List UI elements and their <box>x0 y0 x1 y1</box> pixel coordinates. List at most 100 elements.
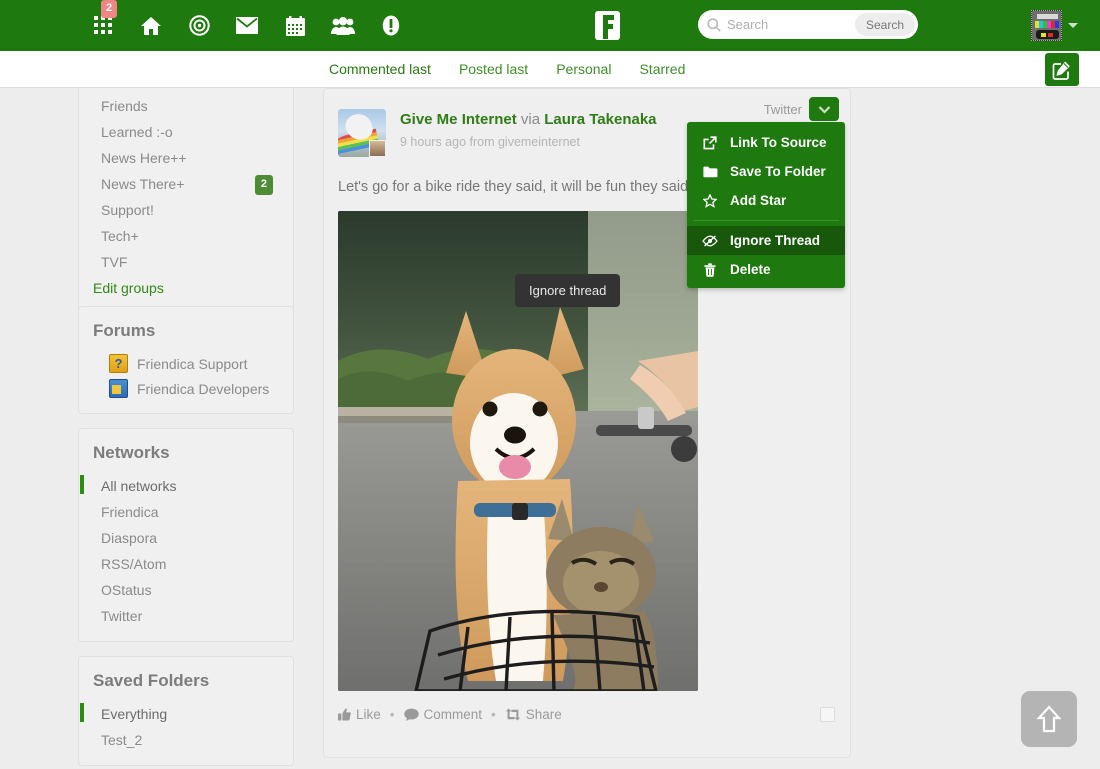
forums-panel-title: Forums <box>79 317 293 351</box>
post-action-bar: Like • Comment • Share <box>324 691 850 736</box>
post-owner-name[interactable]: Laura Takenaka <box>544 111 656 128</box>
thumbs-up-icon <box>338 708 351 721</box>
post-network-label: Twitter <box>764 102 802 117</box>
sidebar-item-label: News There+ <box>101 176 184 192</box>
saved-folders-panel-title: Saved Folders <box>79 667 293 701</box>
navbar-icon-group: 2 <box>90 13 404 39</box>
comment-label: Comment <box>424 707 483 722</box>
menu-item-link-to-source[interactable]: Link To Source <box>687 128 845 157</box>
trash-icon <box>702 263 718 277</box>
menu-item-delete[interactable]: Delete <box>687 255 845 284</box>
calendar-events-icon[interactable] <box>282 13 308 39</box>
post-context-menu: Link To Source Save To Folder Add Star <box>687 122 845 288</box>
sidebar-item-friendica-support[interactable]: Friendica Support <box>79 351 293 376</box>
edit-groups-link[interactable]: Edit groups <box>79 275 293 298</box>
post-timestamp[interactable]: 9 hours ago from givemeinternet <box>400 135 657 149</box>
sidebar-item-tech[interactable]: Tech+ <box>79 223 293 249</box>
sidebar-item-news-here[interactable]: News Here++ <box>79 145 293 171</box>
sidebar-item-twitter[interactable]: Twitter <box>79 603 293 629</box>
forum-label: Friendica Support <box>137 356 248 372</box>
apps-grid-icon[interactable]: 2 <box>90 13 116 39</box>
sidebar: Forums Friendica Support Friendica Devel… <box>78 306 294 769</box>
sidebar-item-friendica[interactable]: Friendica <box>79 499 293 525</box>
tab-bar: Commented last Posted last Personal Star… <box>0 51 1100 88</box>
menu-item-add-star[interactable]: Add Star <box>687 186 845 215</box>
search-box[interactable]: Search <box>698 10 918 39</box>
inset-avatar <box>369 140 386 157</box>
star-outline-icon <box>702 194 718 208</box>
sidebar-item-learned[interactable]: Learned :-o <box>79 119 293 145</box>
forums-panel: Forums Friendica Support Friendica Devel… <box>78 306 294 414</box>
menu-item-label: Save To Folder <box>730 164 826 179</box>
user-menu[interactable] <box>1031 10 1078 41</box>
apps-notification-badge: 2 <box>101 0 117 18</box>
tab-personal[interactable]: Personal <box>542 51 625 92</box>
sidebar-item-news-there[interactable]: News There+ 2 <box>79 171 293 197</box>
networks-panel: Networks All networks Friendica Diaspora… <box>78 428 294 642</box>
sidebar-item-support[interactable]: Support! <box>79 197 293 223</box>
sidebar-item-friends[interactable]: Friends <box>79 93 293 119</box>
top-navbar: 2 <box>0 0 1100 51</box>
post-menu-toggle-button[interactable] <box>809 97 839 121</box>
group-unread-badge: 2 <box>255 175 273 195</box>
menu-item-ignore-thread[interactable]: Ignore Thread <box>687 226 845 255</box>
ignore-thread-tooltip: Ignore thread <box>515 274 620 307</box>
menu-item-save-to-folder[interactable]: Save To Folder <box>687 157 845 186</box>
saved-folders-panel: Saved Folders Everything Test_2 <box>78 656 294 766</box>
post-author-line: Give Me Internet via Laura Takenaka <box>400 111 657 128</box>
sidebar-item-all-networks[interactable]: All networks <box>79 473 293 499</box>
external-link-icon <box>702 136 718 150</box>
like-label: Like <box>356 707 381 722</box>
comment-button[interactable]: Comment <box>404 707 483 722</box>
tab-list: Commented last Posted last Personal Star… <box>315 51 699 92</box>
menu-item-label: Add Star <box>730 193 786 208</box>
forum-support-icon <box>109 354 128 373</box>
folder-icon <box>702 166 718 178</box>
share-label: Share <box>526 707 562 722</box>
post-author-avatar[interactable] <box>338 109 386 157</box>
sidebar-item-rss-atom[interactable]: RSS/Atom <box>79 551 293 577</box>
networks-panel-title: Networks <box>79 439 293 473</box>
retweet-share-icon <box>505 708 521 721</box>
scroll-to-top-button[interactable] <box>1021 691 1077 747</box>
avatar[interactable] <box>1031 10 1062 41</box>
tab-starred[interactable]: Starred <box>625 51 699 92</box>
eye-slash-icon <box>702 235 718 247</box>
sidebar-item-tvf[interactable]: TVF <box>79 249 293 275</box>
sidebar-item-diaspora[interactable]: Diaspora <box>79 525 293 551</box>
post-network-area: Twitter <box>764 97 839 121</box>
envelope-messages-icon[interactable] <box>234 13 260 39</box>
like-button[interactable]: Like <box>338 707 381 722</box>
sidebar-groups-panel: Crafty 555+ Family :3 Friends Learned :-… <box>78 88 294 311</box>
menu-item-label: Ignore Thread <box>730 233 820 248</box>
contacts-people-icon[interactable] <box>330 13 356 39</box>
share-button[interactable]: Share <box>505 707 562 722</box>
post-stream: Twitter Give Me Internet via Laura Taken… <box>323 88 851 758</box>
action-separator: • <box>390 707 395 722</box>
chevron-down-icon[interactable] <box>1068 23 1078 28</box>
search-icon <box>707 18 721 32</box>
search-submit-button[interactable]: Search <box>855 13 915 36</box>
forum-label: Friendica Developers <box>137 381 269 397</box>
comment-bubble-icon <box>404 708 419 721</box>
menu-item-label: Delete <box>730 262 771 277</box>
post-author-block: Give Me Internet via Laura Takenaka 9 ho… <box>400 109 657 157</box>
friendica-logo[interactable] <box>594 11 620 40</box>
post-via-word: via <box>521 111 540 128</box>
tab-commented-last[interactable]: Commented last <box>315 51 445 92</box>
sidebar-item-friendica-developers[interactable]: Friendica Developers <box>79 376 293 401</box>
home-icon[interactable] <box>138 13 164 39</box>
notifications-alert-icon[interactable] <box>378 13 404 39</box>
network-target-icon[interactable] <box>186 13 212 39</box>
sidebar-item-everything[interactable]: Everything <box>79 701 293 727</box>
post-select-checkbox[interactable] <box>820 707 835 722</box>
post-author-name[interactable]: Give Me Internet <box>400 111 517 128</box>
page-body: Crafty 555+ Family :3 Friends Learned :-… <box>0 88 1100 769</box>
sidebar-item-test-2[interactable]: Test_2 <box>79 727 293 753</box>
tab-posted-last[interactable]: Posted last <box>445 51 542 92</box>
forum-developers-icon <box>109 379 128 398</box>
search-input[interactable] <box>727 17 847 32</box>
menu-item-label: Link To Source <box>730 135 827 150</box>
sidebar-item-ostatus[interactable]: OStatus <box>79 577 293 603</box>
compose-new-post-button[interactable] <box>1045 53 1079 86</box>
